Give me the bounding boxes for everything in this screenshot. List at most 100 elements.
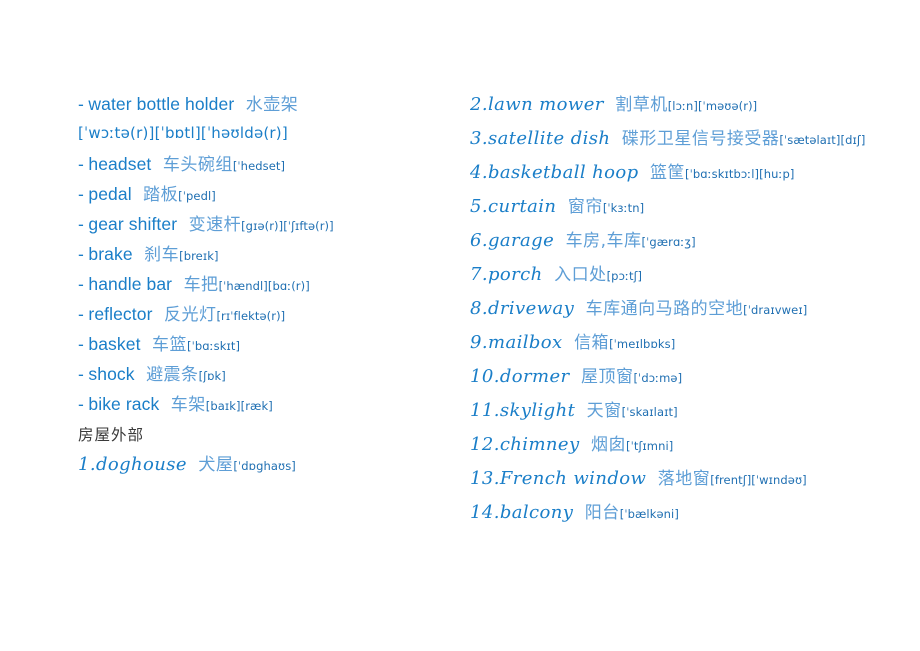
list-item: - bike rack 车架[baɪk][ræk] xyxy=(78,394,438,414)
list-item: 3.satellite dish 碟形卫星信号接受器[ˈsætəlaɪt][dɪ… xyxy=(470,130,870,148)
entry-gloss: 窗帘 xyxy=(567,197,603,217)
entry-ipa: [lɔːn][ˈməʊə(r)] xyxy=(667,99,758,113)
list-item-phonetic: [ˈwɔːtə(r)][ˈbɒtl][ˈhəʊldə(r)] xyxy=(78,126,438,142)
entry-gloss: 变速杆 xyxy=(188,215,242,235)
bullet-marker: - xyxy=(78,304,84,324)
entry-ipa: [ˈhændl][bɑː(r)] xyxy=(218,279,310,293)
list-item: - pedal 踏板[ˈpedl] xyxy=(78,184,438,205)
entry-term: headset xyxy=(88,154,152,174)
list-item: - headset 车头碗组[ˈhedset] xyxy=(78,154,438,175)
list-item: 13.French window 落地窗[frentʃ][ˈwɪndəʊ] xyxy=(470,470,870,488)
entry-term: reflector xyxy=(88,304,153,324)
list-item: 9.mailbox 信箱[ˈmeɪlbɒks] xyxy=(470,334,870,352)
entry-ipa: [ˈwɔːtə(r)][ˈbɒtl][ˈhəʊldə(r)] xyxy=(78,124,288,142)
list-item: - reflector 反光灯[rɪˈflektə(r)] xyxy=(78,304,438,325)
bullet-marker: - xyxy=(78,244,84,264)
entry-ipa: [ˈpedl] xyxy=(178,189,216,203)
entry-term: gear shifter xyxy=(88,214,178,234)
list-item: - brake 刹车[breɪk] xyxy=(78,244,438,264)
entry-term: 12.chimney xyxy=(470,434,580,455)
entry-gloss: 入口处 xyxy=(554,265,607,285)
bullet-marker: - xyxy=(78,184,84,204)
entry-ipa: [ˈdɔːmə] xyxy=(633,371,683,385)
entry-gloss: 车篮 xyxy=(152,335,188,355)
entry-ipa: [ˈdɒghaʊs] xyxy=(233,458,296,473)
entry-ipa: [frentʃ][ˈwɪndəʊ] xyxy=(710,473,807,487)
entry-gloss: 烟囱 xyxy=(591,435,626,455)
entry-term: handle bar xyxy=(88,274,173,294)
entry-gloss: 车房,车库 xyxy=(565,231,642,251)
list-item: 12.chimney 烟囱[ˈtʃɪmni] xyxy=(470,436,870,454)
entry-gloss: 车头碗组 xyxy=(162,155,233,175)
entry-gloss: 车把 xyxy=(183,275,219,295)
entry-ipa: [ˈtʃɪmni] xyxy=(626,439,674,453)
entry-term: 5.curtain xyxy=(470,196,557,217)
bullet-marker: - xyxy=(78,334,84,354)
entry-ipa: [ˈmeɪlbɒks] xyxy=(609,337,676,351)
entry-ipa: [ˈskaɪlaɪt] xyxy=(621,405,678,419)
entry-gloss: 犬屋 xyxy=(198,454,234,475)
list-item: 14.balcony 阳台[ˈbælkəni] xyxy=(470,504,870,522)
entry-ipa: [breɪk] xyxy=(179,249,219,263)
entry-term: 7.porch xyxy=(470,264,543,285)
bullet-marker: - xyxy=(78,394,84,414)
entry-ipa: [ˈhedset] xyxy=(232,159,286,173)
entry-term: shock xyxy=(88,364,135,384)
list-item: - basket 车篮[ˈbɑːskɪt] xyxy=(78,334,438,355)
entry-gloss: 信箱 xyxy=(574,333,610,353)
entry-term: 8.driveway xyxy=(470,298,575,319)
list-item: - water bottle holder 水壶架 xyxy=(78,94,438,114)
bullet-marker: - xyxy=(78,274,84,294)
entry-term: pedal xyxy=(88,184,132,204)
entry-gloss: 阳台 xyxy=(584,503,620,523)
document-page: - water bottle holder 水壶架 [ˈwɔːtə(r)][ˈb… xyxy=(0,0,920,651)
entry-term: 2.lawn mower xyxy=(470,94,604,115)
list-item: - handle bar 车把[ˈhændl][bɑː(r)] xyxy=(78,274,438,295)
list-item: 11.skylight 天窗[ˈskaɪlaɪt] xyxy=(470,402,870,420)
left-column: - water bottle holder 水壶架 [ˈwɔːtə(r)][ˈb… xyxy=(78,94,438,486)
entry-term: 3.satellite dish xyxy=(470,128,611,149)
list-item: 7.porch 入口处[pɔːtʃ] xyxy=(470,266,870,284)
entry-ipa: [ˈbɑːskɪt] xyxy=(187,339,241,353)
entry-ipa: [pɔːtʃ] xyxy=(606,269,643,283)
bullet-marker: - xyxy=(78,214,84,234)
entry-ipa: [gɪə(r)][ˈʃɪftə(r)] xyxy=(241,219,334,233)
entry-gloss: 碟形卫星信号接受器 xyxy=(621,129,780,149)
entry-gloss: 屋顶窗 xyxy=(580,367,634,387)
entry-ipa: [ˈsætəlaɪt][dɪʃ] xyxy=(779,133,866,147)
entry-gloss: 篮筐 xyxy=(650,163,685,183)
bullet-marker: - xyxy=(78,154,84,174)
section-heading: 房屋外部 xyxy=(78,426,145,444)
right-column: 2.lawn mower 割草机[lɔːn][ˈməʊə(r)] 3.satel… xyxy=(470,96,870,538)
list-item: 1.doghouse 犬屋[ˈdɒghaʊs] xyxy=(78,453,438,475)
list-item: - shock 避震条[ʃɒk] xyxy=(78,364,438,384)
entry-term: 1.doghouse xyxy=(78,453,187,475)
entry-ipa: [ˈdraɪvweɪ] xyxy=(743,303,808,317)
list-item: - gear shifter 变速杆[gɪə(r)][ˈʃɪftə(r)] xyxy=(78,214,438,235)
entry-gloss: 车库通向马路的空地 xyxy=(585,299,744,319)
list-item: 5.curtain 窗帘[ˈkɜːtn] xyxy=(470,198,870,216)
entry-ipa: [rɪˈflektə(r)] xyxy=(216,309,286,323)
entry-gloss: 反光灯 xyxy=(163,305,217,325)
entry-ipa: [ˈgærɑːʒ] xyxy=(641,235,696,249)
entry-ipa: [ʃɒk] xyxy=(198,369,226,383)
entry-gloss: 割草机 xyxy=(615,95,668,115)
entry-term: 14.balcony xyxy=(470,502,574,523)
entry-ipa: [ˈkɜːtn] xyxy=(602,201,645,215)
entry-term: brake xyxy=(88,244,133,264)
list-item: 8.driveway 车库通向马路的空地[ˈdraɪvweɪ] xyxy=(470,300,870,318)
list-item: 4.basketball hoop 篮筐[ˈbɑːskɪtbɔːl][huːp] xyxy=(470,164,870,182)
entry-term: basket xyxy=(88,334,141,354)
entry-gloss: 落地窗 xyxy=(657,469,711,489)
entry-ipa: [baɪk][ræk] xyxy=(205,399,273,413)
bullet-marker: - xyxy=(78,364,84,384)
bullet-marker: - xyxy=(78,94,84,114)
entry-ipa: [ˈbælkəni] xyxy=(619,507,679,521)
entry-term: 10.dormer xyxy=(470,366,570,387)
entry-term: 11.skylight xyxy=(470,400,576,421)
list-item: 2.lawn mower 割草机[lɔːn][ˈməʊə(r)] xyxy=(470,96,870,114)
entry-gloss: 踏板 xyxy=(143,185,179,205)
entry-term: 4.basketball hoop xyxy=(470,162,639,183)
entry-term: 6.garage xyxy=(470,230,555,251)
entry-gloss: 天窗 xyxy=(586,401,622,421)
